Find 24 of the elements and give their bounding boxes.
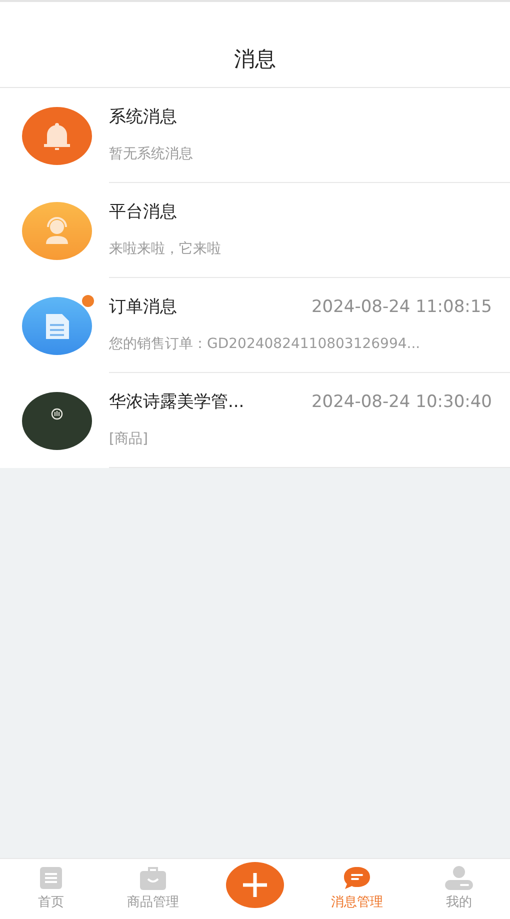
message-time: 2024-08-24 10:30:40 (311, 390, 492, 414)
message-preview: 暂无系统消息 (109, 145, 194, 164)
message-item[interactable]: 华浓诗露美学管... 2024-08-24 10:30:40 [商品] (0, 373, 510, 468)
message-title: 平台消息 (109, 200, 177, 224)
message-time: 2024-08-24 11:08:15 (311, 296, 492, 319)
shopping-bag-icon (139, 865, 167, 892)
headset-icon (22, 202, 92, 260)
chat-bubble-icon (342, 865, 372, 892)
message-preview: 您的销售订单：GD20240824110803126994... (109, 335, 422, 354)
brand-logo-icon (22, 392, 92, 450)
message-title: 系统消息 (109, 106, 177, 129)
message-item[interactable]: 平台消息 来啦来啦，它来啦 (0, 183, 510, 278)
document-icon (22, 296, 92, 354)
plus-icon (240, 870, 270, 900)
message-title: 订单消息 (109, 296, 177, 319)
bell-icon (22, 106, 92, 164)
user-icon (444, 865, 474, 892)
home-icon (38, 865, 64, 892)
message-preview: 来啦来啦，它来啦 (109, 240, 222, 260)
message-title: 华浓诗露美学管... (109, 390, 244, 414)
page-title: 消息 (234, 46, 276, 72)
message-item[interactable]: 订单消息 2024-08-24 11:08:15 您的销售订单：GD20240824110803126994... (0, 278, 510, 373)
message-preview: [商品] (109, 430, 149, 450)
message-item[interactable]: 系统消息 暂无系统消息 (0, 88, 510, 183)
